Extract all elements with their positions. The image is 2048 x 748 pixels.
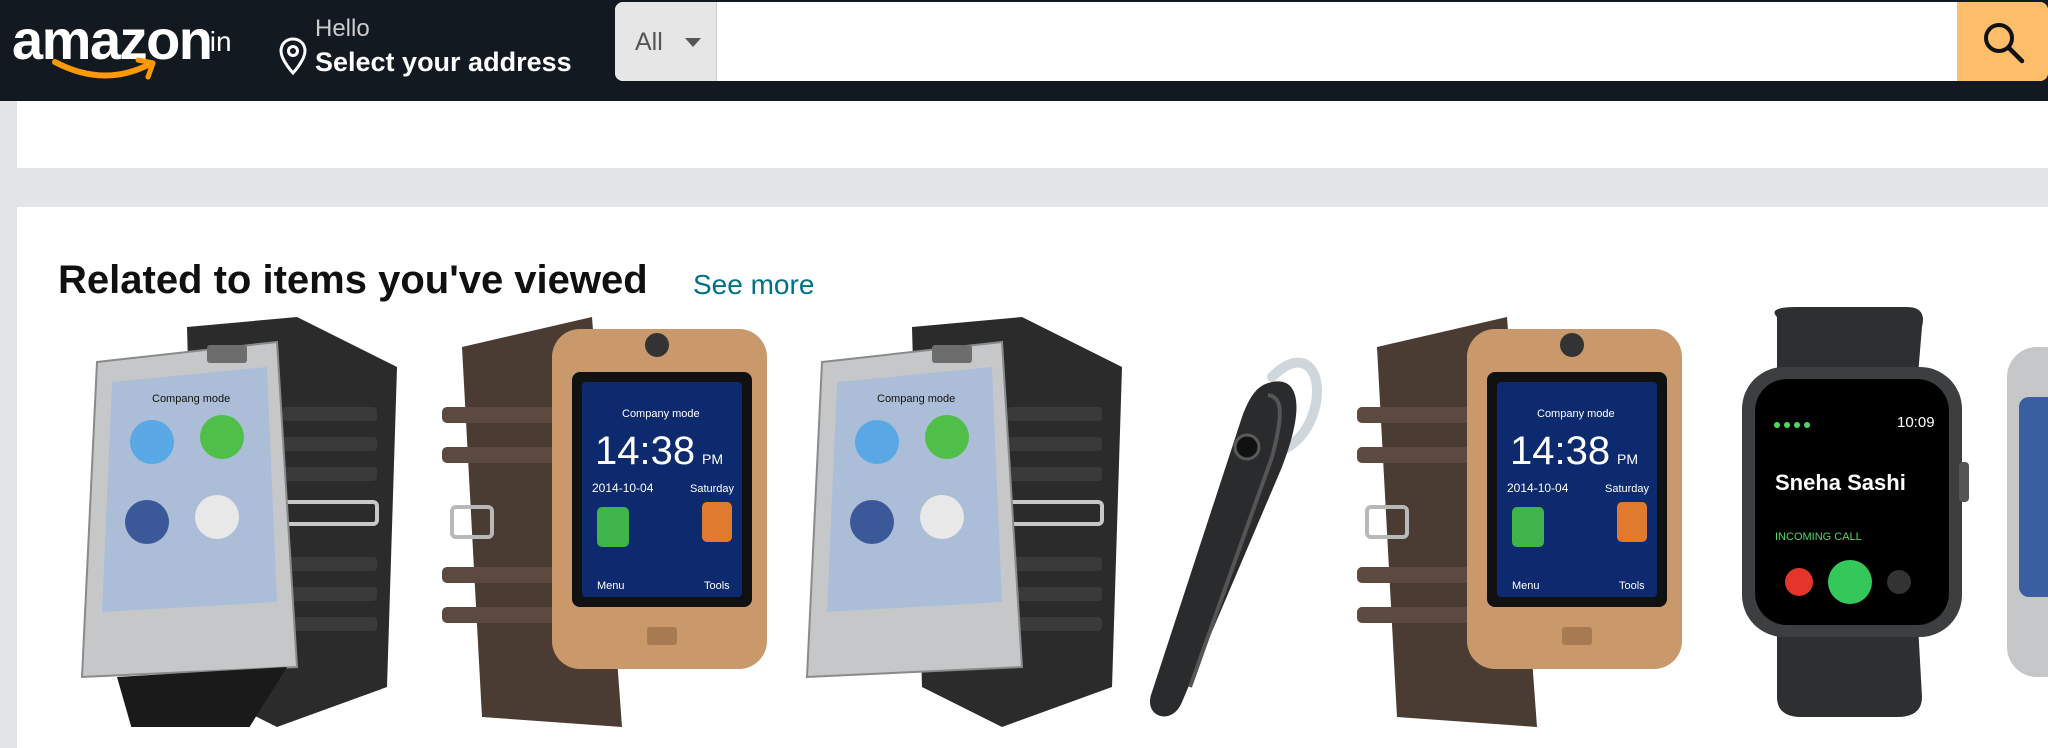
screen-status-text: Compang mode [152,393,230,405]
search-bar: All [615,2,2048,81]
top-content-card [17,101,2048,168]
search-category-dropdown[interactable]: All [615,2,717,81]
screen-callstatus-text: INCOMING CALL [1775,531,1862,543]
search-category-label: All [635,28,663,56]
search-icon [1984,23,2025,64]
gold-smartwatch-icon: Company mode 14:38 PM 2014-10-04 Saturda… [442,317,767,727]
screen-menu-text: Menu [1512,580,1540,592]
caret-down-icon [685,38,701,47]
smile-arrow-icon [52,57,156,80]
product-card[interactable] [1122,307,1352,727]
product-card[interactable]: 10:09 Sneha Sashi INCOMING CALL [1717,307,1987,727]
partial-smartwatch-icon [2007,347,2048,677]
gold-smartwatch-icon: Company mode 14:38 PM 2014-10-04 Saturda… [1357,317,1682,727]
logo-domain-suffix: .in [202,26,232,57]
screen-date-text: 2014-10-04 [592,481,654,495]
screen-tools-text: Tools [704,580,730,592]
search-button[interactable] [1957,2,2048,81]
screen-day-text: Saturday [1605,483,1650,495]
product-card[interactable]: Company mode 14:38 PM 2014-10-04 Saturda… [1337,307,1692,727]
bluetooth-headset-icon [1149,357,1322,717]
screen-status-text: Company mode [1537,408,1615,420]
amazon-logo[interactable]: amazon .in [12,8,247,88]
screen-time-text: 14:38 [1510,429,1610,473]
screen-caller-text: Sneha Sashi [1775,470,1906,495]
product-card[interactable]: Compang mode [57,307,427,747]
silver-smartwatch-icon: Compang mode [805,317,1122,727]
location-pin-icon [279,37,307,76]
address-prompt: Select your address [315,47,572,77]
screen-time-text: 10:09 [1897,414,1935,431]
deliver-to-address[interactable]: Hello Select your address [275,10,595,82]
screen-status-text: Company mode [622,408,700,420]
product-card[interactable] [1997,307,2048,727]
silver-smartwatch-icon: Compang mode [80,317,397,747]
screen-tools-text: Tools [1619,580,1645,592]
product-card[interactable]: Company mode 14:38 PM 2014-10-04 Saturda… [422,307,777,727]
screen-ampm-text: PM [702,451,723,467]
product-card[interactable]: Compang mode [782,307,1152,727]
black-smartwatch-icon: 10:09 Sneha Sashi INCOMING CALL [1742,307,1969,717]
screen-day-text: Saturday [690,483,735,495]
screen-time-text: 14:38 [595,429,695,473]
search-input[interactable] [717,2,1957,81]
related-items-card: Related to items you've viewed See more … [17,207,2048,748]
screen-menu-text: Menu [597,580,625,592]
screen-status-text: Compang mode [877,393,955,405]
product-carousel: Compang mode Company mode 14:38 PM 2014-… [17,307,2048,748]
top-navbar: amazon .in Hello Select your address All [0,0,2048,101]
address-greeting: Hello [315,15,370,42]
screen-date-text: 2014-10-04 [1507,481,1569,495]
see-more-link[interactable]: See more [693,267,814,303]
section-title: Related to items you've viewed [58,258,648,302]
screen-ampm-text: PM [1617,451,1638,467]
